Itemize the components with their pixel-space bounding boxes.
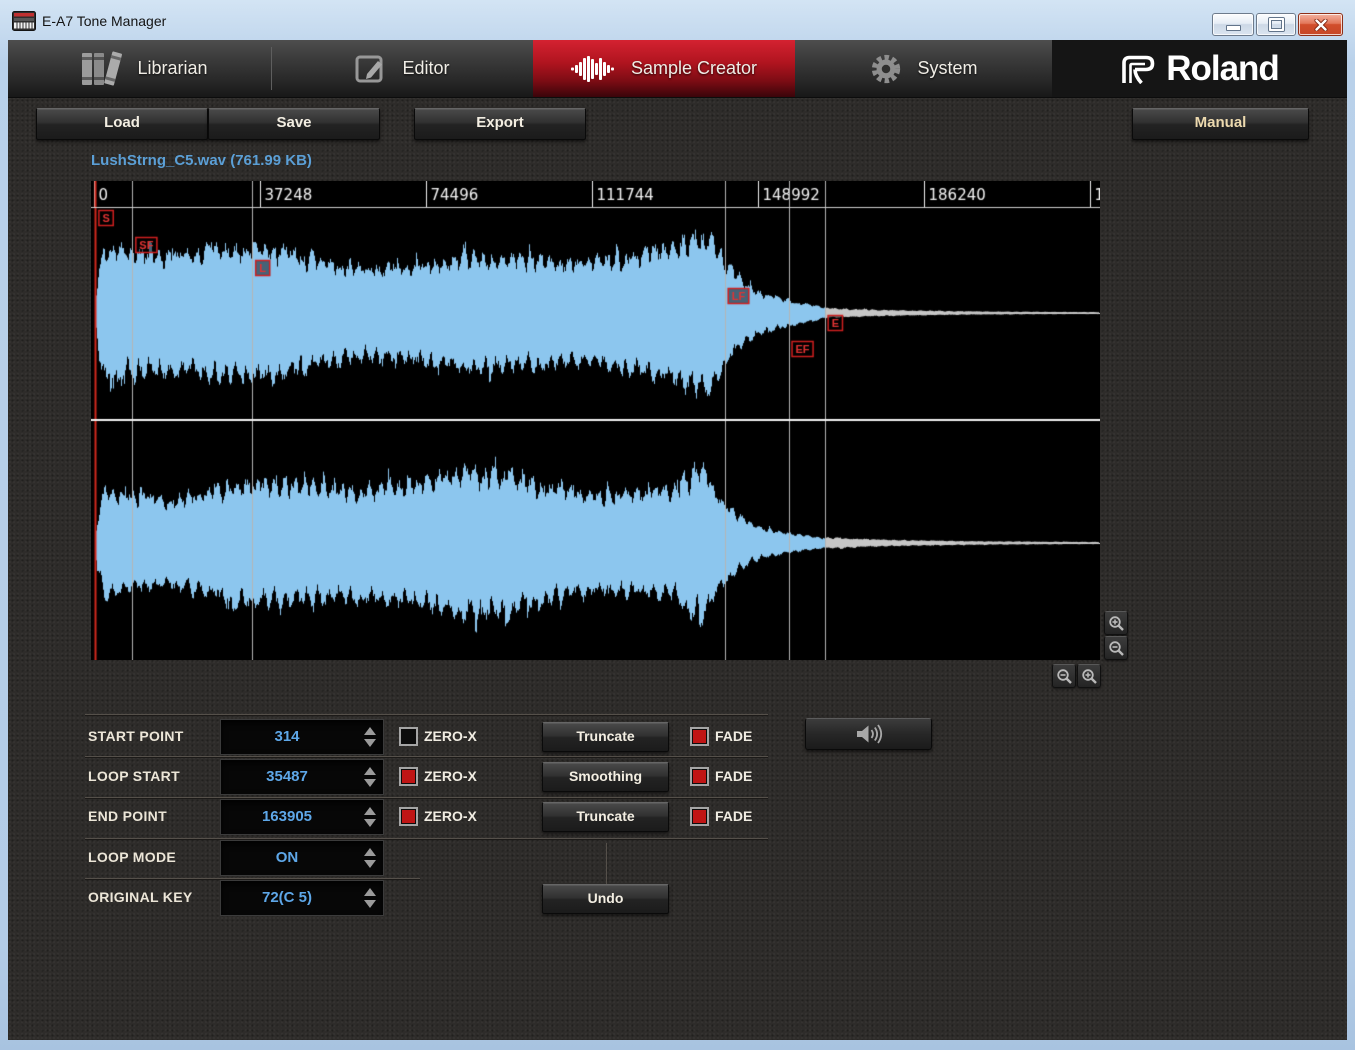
- row-separator: [85, 756, 768, 757]
- tab-system[interactable]: System: [795, 40, 1052, 97]
- spin-up-button[interactable]: [364, 727, 376, 735]
- zoom-in-horizontal-button[interactable]: [1077, 664, 1101, 688]
- spin-up-button[interactable]: [364, 767, 376, 775]
- spin-up-button[interactable]: [364, 848, 376, 856]
- tab-sample-creator-label: Sample Creator: [631, 58, 757, 79]
- close-button[interactable]: [1298, 13, 1343, 36]
- end-point-value: 163905: [221, 800, 353, 834]
- preview-button[interactable]: [805, 718, 932, 750]
- loop-start-field[interactable]: 35487: [220, 759, 384, 795]
- loop-start-spinner: [363, 764, 377, 790]
- minimize-icon: [1226, 25, 1241, 31]
- zero-x-label: ZERO-X: [424, 806, 477, 826]
- fade-label: FADE: [715, 766, 752, 786]
- truncate-end-button[interactable]: Truncate: [542, 802, 669, 832]
- tab-librarian-label: Librarian: [137, 58, 207, 79]
- spin-down-button[interactable]: [364, 860, 376, 868]
- application-window: E-A7 Tone Manager Librarian: [0, 0, 1355, 1050]
- tab-sample-creator[interactable]: Sample Creator: [533, 40, 795, 97]
- start-point-zero-x-checkbox[interactable]: [399, 727, 418, 746]
- load-button[interactable]: Load: [36, 108, 208, 140]
- window-controls: [1210, 13, 1343, 36]
- undo-connector-line: [606, 843, 607, 884]
- magnifier-plus-icon: [1081, 668, 1098, 685]
- manual-button[interactable]: Manual: [1132, 108, 1309, 140]
- spin-down-button[interactable]: [364, 819, 376, 827]
- row-separator: [85, 797, 768, 798]
- start-point-label: START POINT: [88, 726, 184, 746]
- truncate-start-button[interactable]: Truncate: [542, 722, 669, 752]
- original-key-label: ORIGINAL KEY: [88, 887, 192, 907]
- row-separator: [85, 714, 768, 715]
- zoom-in-vertical-button[interactable]: [1104, 611, 1128, 635]
- speaker-icon: [854, 722, 884, 746]
- start-fade-checkbox[interactable]: [690, 727, 709, 746]
- loop-mode-spinner: [363, 845, 377, 871]
- zoom-out-vertical-button[interactable]: [1104, 636, 1128, 660]
- original-key-value: 72(C 5): [221, 881, 353, 915]
- maximize-button[interactable]: [1256, 13, 1296, 36]
- end-fade-checkbox[interactable]: [690, 807, 709, 826]
- loop-mode-value: ON: [221, 841, 353, 875]
- file-name-label: LushStrng_C5.wav (761.99 KB): [91, 152, 312, 169]
- smoothing-button[interactable]: Smoothing: [542, 762, 669, 792]
- end-point-label: END POINT: [88, 806, 167, 826]
- start-point-field[interactable]: 314: [220, 719, 384, 755]
- magnifier-minus-icon: [1108, 640, 1125, 657]
- loop-fade-checkbox[interactable]: [690, 767, 709, 786]
- waveform-icon: [571, 56, 617, 82]
- pencil-square-icon: [354, 52, 388, 86]
- original-key-field[interactable]: 72(C 5): [220, 880, 384, 916]
- brand-area: Roland: [1052, 40, 1347, 97]
- end-point-field[interactable]: 163905: [220, 799, 384, 835]
- main-content: Librarian Editor: [8, 40, 1347, 1040]
- original-key-spinner: [363, 885, 377, 911]
- maximize-icon: [1269, 18, 1284, 31]
- loop-start-label: LOOP START: [88, 766, 180, 786]
- end-point-zero-x-checkbox[interactable]: [399, 807, 418, 826]
- app-icon: [12, 11, 36, 36]
- magnifier-plus-icon: [1108, 615, 1125, 632]
- zoom-out-horizontal-button[interactable]: [1052, 664, 1076, 688]
- waveform-panel: [91, 181, 1100, 660]
- tab-editor-label: Editor: [402, 58, 449, 79]
- minimize-button[interactable]: [1212, 13, 1254, 36]
- fade-label: FADE: [715, 726, 752, 746]
- magnifier-minus-icon: [1056, 668, 1073, 685]
- roland-logo-text: Roland: [1166, 49, 1279, 89]
- zero-x-label: ZERO-X: [424, 726, 477, 746]
- window-title: E-A7 Tone Manager: [42, 13, 166, 29]
- tab-bar: Librarian Editor: [8, 40, 1347, 98]
- loop-mode-label: LOOP MODE: [88, 847, 176, 867]
- row-separator: [85, 878, 420, 879]
- spin-down-button[interactable]: [364, 900, 376, 908]
- spin-up-button[interactable]: [364, 807, 376, 815]
- gear-icon: [869, 52, 903, 86]
- fade-label: FADE: [715, 806, 752, 826]
- loop-start-zero-x-checkbox[interactable]: [399, 767, 418, 786]
- spin-down-button[interactable]: [364, 779, 376, 787]
- row-separator: [85, 838, 768, 839]
- tab-system-label: System: [917, 58, 977, 79]
- title-bar: E-A7 Tone Manager: [0, 0, 1355, 40]
- export-button[interactable]: Export: [414, 108, 586, 140]
- roland-logo-icon: [1120, 54, 1156, 84]
- start-point-spinner: [363, 724, 377, 750]
- start-point-value: 314: [221, 720, 353, 754]
- tab-librarian[interactable]: Librarian: [14, 40, 271, 97]
- zero-x-label: ZERO-X: [424, 766, 477, 786]
- waveform-display[interactable]: [91, 181, 1100, 660]
- spin-down-button[interactable]: [364, 739, 376, 747]
- loop-start-value: 35487: [221, 760, 353, 794]
- end-point-spinner: [363, 804, 377, 830]
- undo-button[interactable]: Undo: [542, 884, 669, 914]
- tab-editor[interactable]: Editor: [272, 40, 532, 97]
- spin-up-button[interactable]: [364, 888, 376, 896]
- books-icon: [77, 50, 123, 88]
- close-icon: [1314, 19, 1328, 31]
- loop-mode-field[interactable]: ON: [220, 840, 384, 876]
- save-button[interactable]: Save: [208, 108, 380, 140]
